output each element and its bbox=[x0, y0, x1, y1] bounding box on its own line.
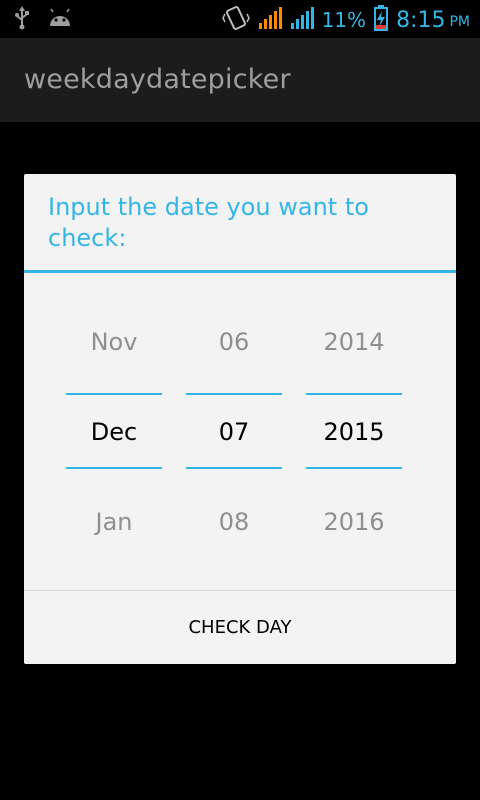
date-dialog: Input the date you want to check: Nov De… bbox=[24, 174, 456, 664]
battery-charging-icon bbox=[374, 5, 389, 35]
status-bar: 11% 8:15 PM bbox=[0, 0, 480, 38]
day-next-value[interactable]: 08 bbox=[186, 508, 282, 536]
month-picker[interactable]: Nov Dec Jan bbox=[66, 314, 162, 544]
clock-time: 8:15 bbox=[396, 7, 446, 33]
signal-icon-2 bbox=[290, 6, 314, 34]
check-day-button[interactable]: CHECK DAY bbox=[24, 591, 456, 664]
day-selection-line-top bbox=[186, 393, 282, 395]
dialog-title: Input the date you want to check: bbox=[48, 193, 369, 252]
day-selection-line-bottom bbox=[186, 467, 282, 469]
usb-icon bbox=[14, 6, 30, 34]
month-selection-line-top bbox=[66, 393, 162, 395]
month-prev-value[interactable]: Nov bbox=[66, 328, 162, 356]
year-selection-line-top bbox=[306, 393, 402, 395]
vibrate-icon bbox=[221, 4, 250, 36]
year-next-value[interactable]: 2016 bbox=[306, 508, 402, 536]
clock-ampm: PM bbox=[449, 14, 470, 30]
action-bar: weekdaydatepicker bbox=[0, 38, 480, 122]
app-title: weekdaydatepicker bbox=[24, 64, 291, 95]
battery-percent: 11% bbox=[321, 8, 367, 32]
day-current-value[interactable]: 07 bbox=[186, 418, 282, 446]
year-selection-line-bottom bbox=[306, 467, 402, 469]
status-bar-right: 11% 8:15 PM bbox=[221, 4, 470, 36]
year-current-value[interactable]: 2015 bbox=[306, 418, 402, 446]
month-next-value[interactable]: Jan bbox=[66, 508, 162, 536]
day-prev-value[interactable]: 06 bbox=[186, 328, 282, 356]
android-icon bbox=[48, 8, 72, 32]
month-current-value[interactable]: Dec bbox=[66, 418, 162, 446]
year-prev-value[interactable]: 2014 bbox=[306, 328, 402, 356]
dialog-title-divider bbox=[24, 270, 456, 273]
day-picker[interactable]: 06 07 08 bbox=[186, 314, 282, 544]
year-picker[interactable]: 2014 2015 2016 bbox=[306, 314, 402, 544]
status-bar-left-icons bbox=[14, 6, 72, 34]
month-selection-line-bottom bbox=[66, 467, 162, 469]
signal-icon-1 bbox=[258, 6, 282, 34]
